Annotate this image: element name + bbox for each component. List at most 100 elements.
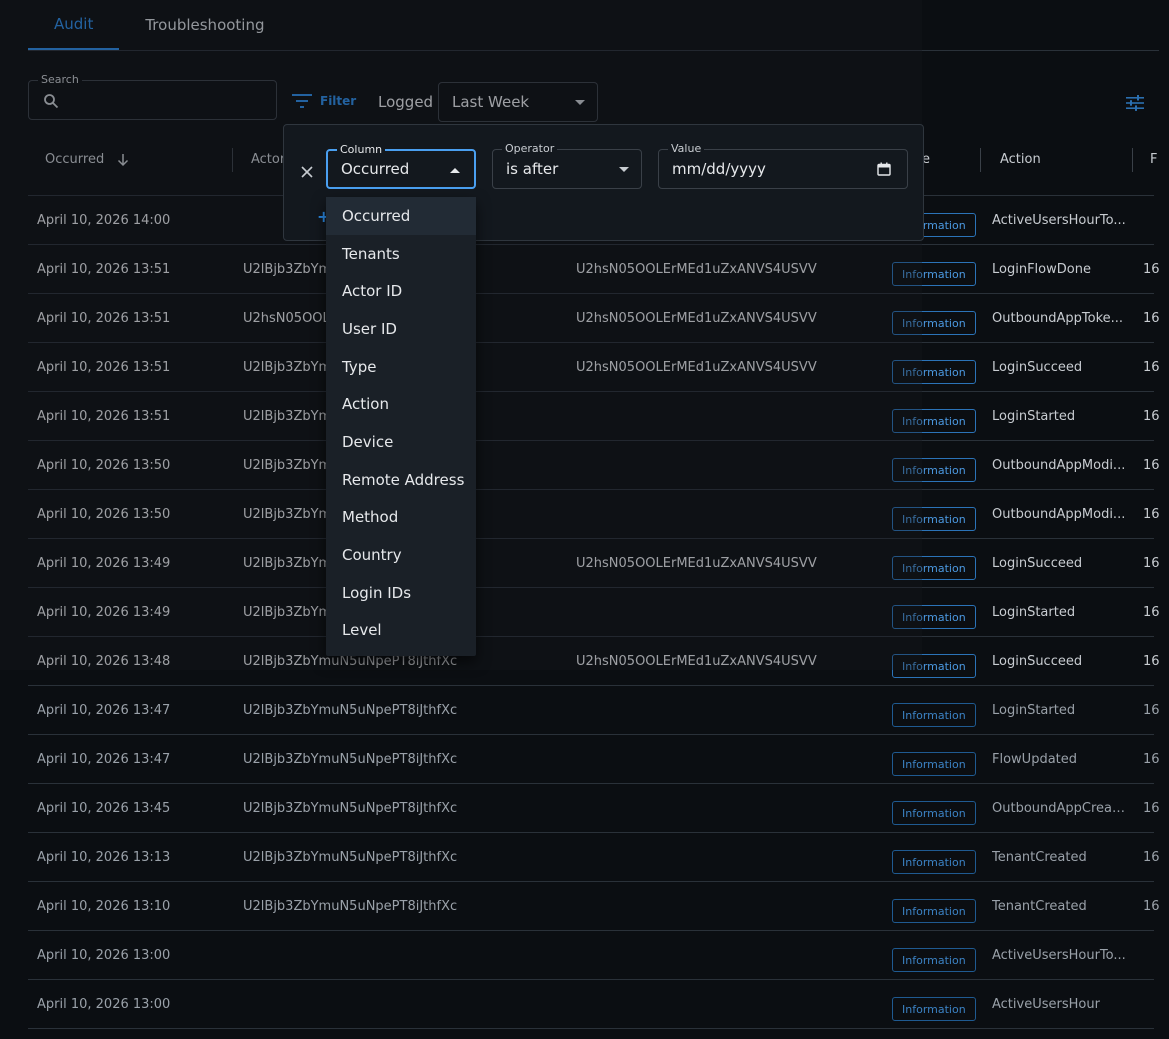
level-badge: Information [892,409,976,433]
level-badge: Information [892,605,976,629]
menu-item-login-ids[interactable]: Login IDs [326,574,476,612]
cell-truncated: 16 [1143,752,1160,767]
cell-actor-id: U2lBjb3ZbYm [243,605,332,620]
tab-troubleshooting[interactable]: Troubleshooting [119,0,290,50]
operator-select[interactable]: Operator is after [492,142,642,189]
menu-item-method[interactable]: Method [326,499,476,537]
cell-actor-id: U2lBjb3ZbYmuN5uNpePT8iJthfXc [243,654,458,669]
table-row[interactable]: April 10, 2026 13:13 U2lBjb3ZbYmuN5uNpePT… [28,833,1160,882]
table-row[interactable]: April 10, 2026 13:50 U2lBjb3ZbYm Informati… [28,441,1160,490]
cell-actor-id: U2lBjb3ZbYmuN5uNpePT8iJthfXc [243,850,458,865]
filter-button[interactable]: Filter [292,94,356,108]
cell-user-id: U2hsN05OOLErMEd1uZxANVS4USVV [576,262,817,277]
table-row[interactable]: April 10, 2026 13:49 U2lBjb3ZbYm Informati… [28,588,1160,637]
column-header-occurred[interactable]: Occurred [45,152,104,167]
column-separator[interactable] [980,148,981,172]
time-range-select[interactable]: Last Week [438,82,598,122]
table-row[interactable]: April 10, 2026 13:47 U2lBjb3ZbYmuN5uNpePT… [28,686,1160,735]
cell-actor-id: U2lBjb3ZbYm [243,409,332,424]
cell-occurred: April 10, 2026 13:47 [37,752,171,767]
column-header-actor[interactable]: Actor [251,152,285,167]
sort-arrow-down-icon[interactable] [117,153,129,167]
menu-item-action[interactable]: Action [326,385,476,423]
level-badge: Information [892,703,976,727]
column-separator[interactable] [232,148,233,172]
table-row[interactable]: April 10, 2026 13:45 U2lBjb3ZbYmuN5uNpePT… [28,784,1160,833]
cell-action: LoginSucceed [992,556,1083,571]
table-row[interactable]: April 10, 2026 13:10 U2lBjb3ZbYmuN5uNpePT… [28,882,1160,931]
column-header-partial[interactable]: F [1150,152,1157,167]
filter-label: Filter [320,94,357,108]
menu-item-tenants[interactable]: Tenants [326,235,476,273]
cell-user-id: U2hsN05OOLErMEd1uZxANVS4USVV [576,654,817,669]
column-header-action[interactable]: Action [1000,152,1041,167]
tab-bar: Audit Troubleshooting [28,0,1159,51]
menu-item-device[interactable]: Device [326,423,476,461]
logged-label: Logged [378,93,434,111]
menu-item-type[interactable]: Type [326,348,476,386]
cell-truncated: 16 [1143,605,1160,620]
cell-action: OutboundAppModi... [992,458,1126,473]
level-badge: Information [892,360,976,384]
cell-user-id: U2hsN05OOLErMEd1uZxANVS4USVV [576,311,817,326]
cell-occurred: April 10, 2026 13:48 [37,654,171,669]
date-value-input[interactable]: Value mm/dd/yyyy [658,142,908,189]
level-badge: Information [892,752,976,776]
menu-item-country[interactable]: Country [326,536,476,574]
tab-audit[interactable]: Audit [28,0,120,50]
column-separator[interactable] [1132,148,1133,172]
column-select[interactable]: Column Occurred [326,143,476,189]
cell-occurred: April 10, 2026 13:47 [37,703,171,718]
menu-item-remote-address[interactable]: Remote Address [326,461,476,499]
level-badge: Information [892,507,976,531]
close-icon[interactable] [300,165,314,179]
level-badge: Information [892,262,976,286]
cell-truncated: 16 [1143,360,1160,375]
cell-truncated: 16 [1143,507,1160,522]
cell-truncated: 16 [1143,556,1160,571]
cell-truncated: 16 [1143,262,1160,277]
table-row[interactable]: April 10, 2026 13:00 Information ActiveUse… [28,931,1154,980]
operator-select-value: is after [506,160,559,178]
cell-user-id: U2hsN05OOLErMEd1uZxANVS4USVV [576,556,817,571]
table-row[interactable]: April 10, 2026 13:51 U2lBjb3ZbYm U2hsN05OO… [28,245,1160,294]
column-settings-icon[interactable] [1126,94,1144,112]
date-value-placeholder: mm/dd/yyyy [672,160,766,178]
cell-occurred: April 10, 2026 13:10 [37,899,171,914]
cell-occurred: April 10, 2026 13:49 [37,605,171,620]
cell-action: OutboundAppCreat... [992,801,1127,816]
cell-occurred: April 10, 2026 13:00 [37,948,171,963]
menu-item-user-id[interactable]: User ID [326,310,476,348]
calendar-icon[interactable] [877,162,891,176]
cell-actor-id: U2hsN05OOLI [243,311,334,326]
cell-occurred: April 10, 2026 13:51 [37,262,171,277]
table-row[interactable]: April 10, 2026 13:51 U2lBjb3ZbYm U2hsN05OO… [28,343,1160,392]
cell-occurred: April 10, 2026 13:13 [37,850,171,865]
search-input[interactable]: Search [28,73,277,120]
level-badge: Information [892,654,976,678]
table-row[interactable]: April 10, 2026 13:51 U2hsN05OOLI U2hsN05OO… [28,294,1160,343]
cell-truncated: 16 [1143,458,1160,473]
table-row[interactable]: April 10, 2026 13:51 U2lBjb3ZbYm Informati… [28,392,1160,441]
cell-actor-id: U2lBjb3ZbYm [243,458,332,473]
table-row[interactable]: April 10, 2026 13:49 U2lBjb3ZbYm U2hsN05OO… [28,539,1160,588]
level-badge: Information [892,948,976,972]
table-row[interactable]: April 10, 2026 13:47 U2lBjb3ZbYmuN5uNpePT… [28,735,1160,784]
time-range-value: Last Week [452,93,530,111]
cell-action: TenantCreated [992,899,1087,914]
level-badge: Information [892,556,976,580]
cell-action: LoginStarted [992,409,1076,424]
cell-occurred: April 10, 2026 13:51 [37,311,171,326]
table-row[interactable]: April 10, 2026 13:50 U2lBjb3ZbYm Informati… [28,490,1160,539]
menu-item-level[interactable]: Level [326,612,476,650]
column-select-label: Column [337,143,386,156]
table-row[interactable]: April 10, 2026 13:48 U2lBjb3ZbYmuN5uNpePT… [28,637,1160,686]
chevron-down-icon [575,100,585,105]
table-row[interactable]: April 10, 2026 13:00 Information ActiveUse… [28,980,1154,1029]
cell-action: LoginFlowDone [992,262,1091,277]
cell-truncated: 16 [1143,703,1160,718]
menu-item-occurred[interactable]: Occurred [326,197,476,235]
level-badge: Information [892,997,976,1021]
cell-truncated: 16 [1143,409,1160,424]
menu-item-actor-id[interactable]: Actor ID [326,272,476,310]
